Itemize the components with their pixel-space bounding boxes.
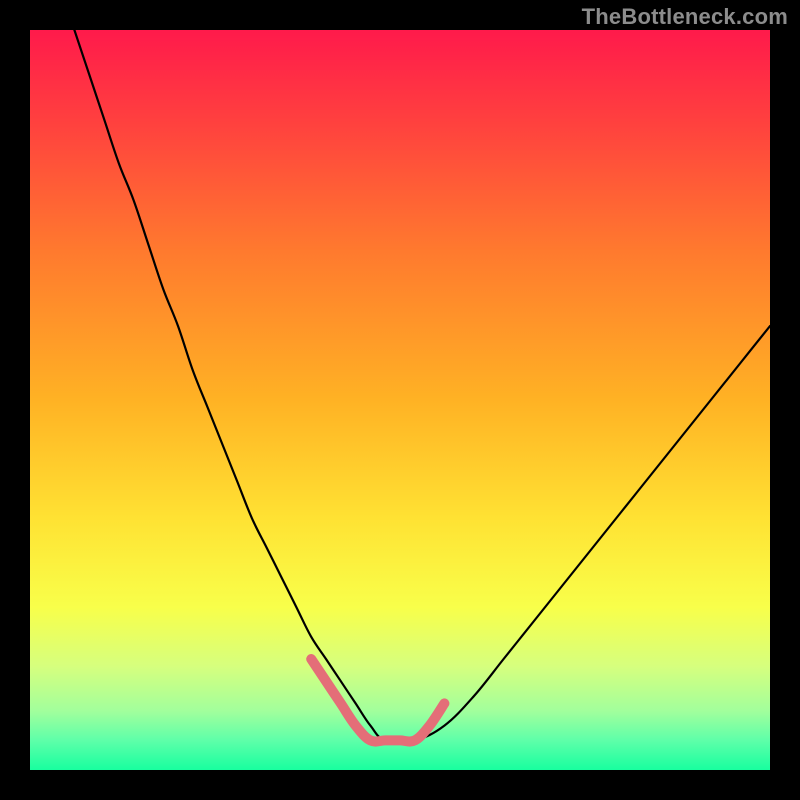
bottleneck-chart: [30, 30, 770, 770]
watermark-text: TheBottleneck.com: [582, 4, 788, 30]
plot-background: [30, 30, 770, 770]
chart-frame: TheBottleneck.com: [0, 0, 800, 800]
